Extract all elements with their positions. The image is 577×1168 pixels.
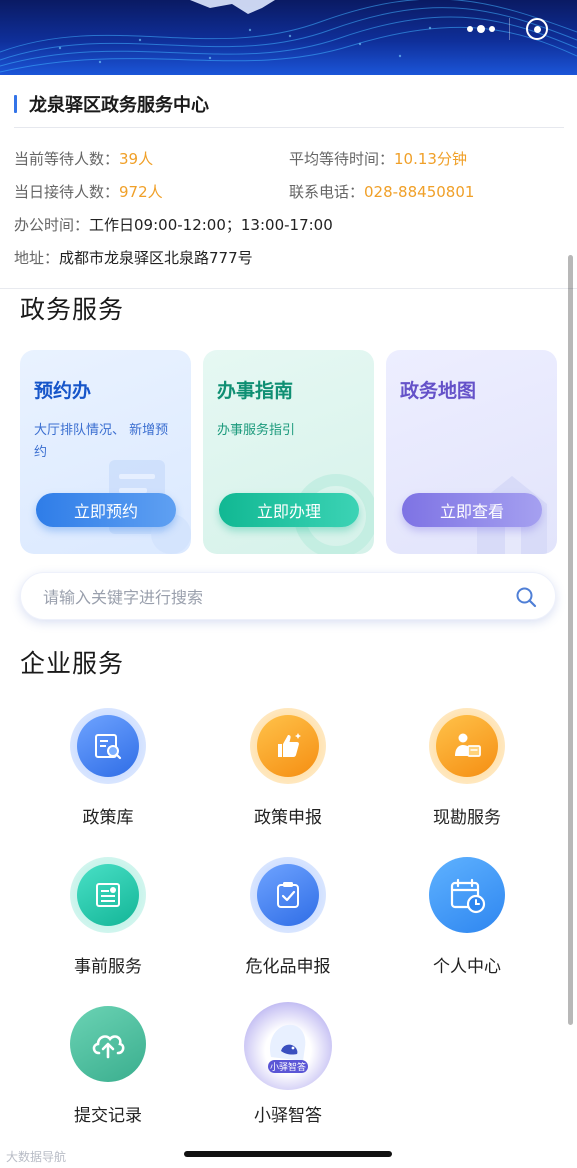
received-count-row: 当日接待人数：972人 — [14, 181, 163, 202]
card-title: 政务地图 — [400, 380, 477, 402]
tile-label: 小驿智答 — [254, 1106, 322, 1126]
policy-library-tile[interactable]: 政策库 — [28, 708, 188, 838]
policy-library-icon — [77, 715, 139, 777]
tile-label: 危化品申报 — [245, 957, 331, 977]
site-survey-tile[interactable]: 现勘服务 — [387, 708, 547, 838]
icon-halo — [429, 708, 505, 784]
ai-badge-text: 小驿智答 — [270, 1061, 306, 1073]
hazardous-chemicals-tile[interactable]: 危化品申报 — [208, 857, 368, 987]
icon-halo — [250, 857, 326, 933]
center-name: 龙泉驿区政务服务中心 — [29, 95, 209, 116]
waiting-label: 当前等待人数： — [14, 150, 120, 168]
scrollbar[interactable] — [568, 255, 573, 1025]
phone-label: 联系电话： — [289, 183, 365, 201]
site-survey-icon — [436, 715, 498, 777]
title-accent-bar — [14, 95, 17, 113]
home-indicator[interactable] — [184, 1151, 392, 1157]
search-icon[interactable] — [515, 586, 537, 608]
policy-application-tile[interactable]: 政策申报 — [208, 708, 368, 838]
appointment-button[interactable]: 立即预约 — [36, 493, 176, 527]
address-value: 成都市龙泉驿区北泉路777号 — [59, 249, 253, 267]
tile-label: 现勘服务 — [433, 808, 501, 828]
document-icon — [77, 864, 139, 926]
phone-row: 联系电话：028-88450801 — [289, 181, 474, 202]
address-row: 地址：成都市龙泉驿区北泉路777号 — [14, 247, 253, 268]
received-label: 当日接待人数： — [14, 183, 120, 201]
card-desc: 办事服务指引 — [217, 423, 296, 438]
pre-service-tile[interactable]: 事前服务 — [28, 857, 188, 987]
watermark: 大数据导航 — [6, 1150, 67, 1164]
icon-halo — [70, 708, 146, 784]
address-label: 地址： — [14, 249, 60, 267]
header-banner — [0, 0, 577, 75]
calendar-clock-icon — [429, 857, 505, 933]
hours-label: 办公时间： — [14, 216, 90, 234]
enterprise-services-title: 企业服务 — [20, 649, 125, 678]
icon-halo — [70, 857, 146, 933]
tile-label: 个人中心 — [433, 957, 501, 977]
gov-services-title: 政务服务 — [20, 295, 125, 324]
more-dots-icon[interactable] — [453, 9, 509, 49]
search-bar[interactable] — [20, 572, 556, 621]
clipboard-check-icon — [257, 864, 319, 926]
waiting-count-row: 当前等待人数：39人 — [14, 148, 153, 169]
hours-value: 工作日09:00-12:00；13:00-17:00 — [89, 216, 333, 234]
office-hours-row: 办公时间：工作日09:00-12:00；13:00-17:00 — [14, 214, 333, 235]
submission-records-tile[interactable]: 提交记录 — [28, 1006, 188, 1136]
tile-label: 政策库 — [82, 808, 134, 828]
waiting-value: 39人 — [119, 150, 154, 168]
avg-wait-value: 10.13分钟 — [394, 150, 467, 168]
tile-label: 政策申报 — [254, 808, 322, 828]
info-title: 龙泉驿区政务服务中心 — [14, 93, 209, 116]
card-title: 预约办 — [34, 380, 92, 402]
tile-label: 事前服务 — [74, 957, 142, 977]
divider — [14, 127, 564, 128]
guide-card[interactable]: 办事指南 办事服务指引 立即办理 — [203, 350, 374, 554]
close-miniprogram-icon[interactable] — [509, 9, 565, 49]
received-value: 972人 — [119, 183, 163, 201]
view-button[interactable]: 立即查看 — [402, 493, 542, 527]
avg-wait-row: 平均等待时间：10.13分钟 — [289, 148, 467, 169]
appointment-card[interactable]: 预约办 大厅排队情况、 新增预约 立即预约 — [20, 350, 191, 554]
phone-value[interactable]: 028-88450801 — [364, 183, 474, 201]
ai-assistant-icon: 小驿智答 — [244, 1002, 332, 1090]
gov-map-card[interactable]: 政务地图 立即查看 — [386, 350, 557, 554]
ai-assistant-tile[interactable]: 小驿智答 小驿智答 — [208, 1002, 368, 1132]
avg-wait-label: 平均等待时间： — [289, 150, 395, 168]
thumbs-up-icon — [257, 715, 319, 777]
handle-button[interactable]: 立即办理 — [219, 493, 359, 527]
icon-halo — [250, 708, 326, 784]
search-input[interactable] — [41, 573, 505, 621]
miniprogram-capsule — [453, 9, 565, 49]
cloud-upload-icon — [70, 1006, 146, 1082]
tile-label: 提交记录 — [74, 1106, 142, 1126]
service-center-info: 龙泉驿区政务服务中心 当前等待人数：39人 平均等待时间：10.13分钟 当日接… — [0, 75, 577, 289]
card-title: 办事指南 — [217, 380, 294, 402]
personal-center-tile[interactable]: 个人中心 — [387, 857, 547, 987]
